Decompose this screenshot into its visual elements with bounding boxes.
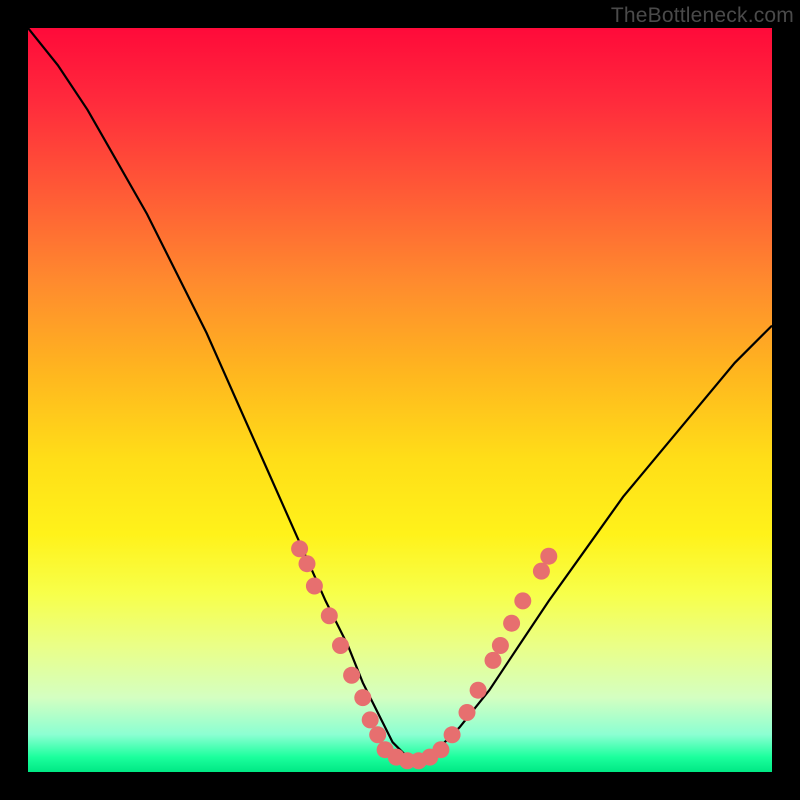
data-dot <box>514 592 531 609</box>
data-dot <box>332 637 349 654</box>
data-dot <box>459 704 476 721</box>
data-dot <box>432 741 449 758</box>
attribution-text: TheBottleneck.com <box>611 4 794 28</box>
data-dot <box>470 682 487 699</box>
data-dot <box>291 540 308 557</box>
bottleneck-curve <box>28 28 772 757</box>
data-dot <box>503 615 520 632</box>
data-dot <box>306 578 323 595</box>
data-dots <box>291 540 557 769</box>
plot-area <box>28 28 772 772</box>
data-dot <box>299 555 316 572</box>
chart-frame: TheBottleneck.com <box>0 0 800 800</box>
data-dot <box>492 637 509 654</box>
data-dot <box>354 689 371 706</box>
data-dot <box>485 652 502 669</box>
data-dot <box>362 711 379 728</box>
data-dot <box>369 726 386 743</box>
data-dot <box>343 667 360 684</box>
curve-overlay <box>28 28 772 772</box>
data-dot <box>533 563 550 580</box>
data-dot <box>444 726 461 743</box>
data-dot <box>321 607 338 624</box>
data-dot <box>540 548 557 565</box>
